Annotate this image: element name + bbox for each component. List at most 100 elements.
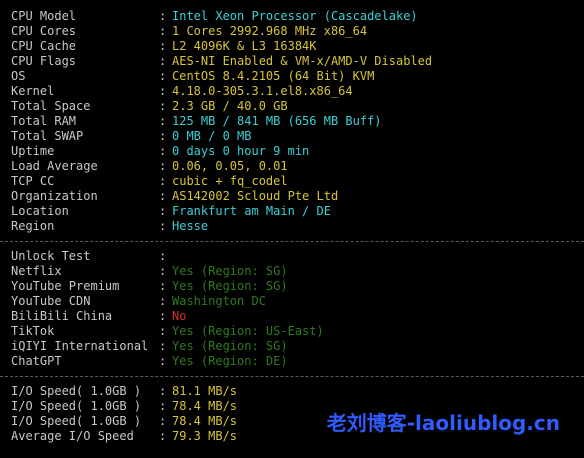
- row-value: 0 days 0 hour 9 min: [172, 144, 310, 158]
- row-colon: :: [159, 99, 167, 113]
- row-colon: :: [159, 39, 167, 53]
- row-label: Unlock Test: [11, 249, 91, 263]
- info-row: Unlock Test:: [11, 249, 581, 264]
- row-colon: :: [159, 69, 167, 83]
- row-label: CPU Cache: [11, 39, 77, 53]
- info-row: YouTube CDN: Washington DC: [11, 294, 581, 309]
- row-value: 125 MB / 841 MB (656 MB Buff): [172, 114, 382, 128]
- row-value: Yes (Region: SG): [172, 264, 288, 278]
- row-colon: :: [159, 309, 167, 323]
- row-value: Frankfurt am Main / DE: [172, 204, 331, 218]
- info-row: Total SWAP:0 MB / 0 MB: [11, 129, 581, 144]
- row-label: OS: [11, 69, 26, 83]
- row-value: Washington DC: [172, 294, 266, 308]
- row-colon: :: [159, 114, 167, 128]
- row-label: Location: [11, 204, 69, 218]
- separator-line: [0, 234, 584, 249]
- row-colon: :: [159, 399, 167, 413]
- row-label: I/O Speed( 1.0GB ): [11, 414, 142, 428]
- row-label: Kernel: [11, 84, 55, 98]
- row-label: TCP CC: [11, 174, 55, 188]
- row-value: 78.4 MB/s: [172, 414, 238, 428]
- row-value: Yes (Region: US-East): [172, 324, 324, 338]
- row-label: Netflix: [11, 264, 62, 278]
- row-value: Intel Xeon Processor (Cascadelake): [172, 9, 418, 23]
- row-value: Yes (Region: DE): [172, 354, 288, 368]
- row-label: CPU Model: [11, 9, 77, 23]
- row-colon: :: [159, 9, 167, 23]
- row-label: Total SWAP: [11, 129, 84, 143]
- row-value: 79.3 MB/s: [172, 429, 238, 443]
- row-label: Region: [11, 219, 55, 233]
- row-label: Load Average: [11, 159, 98, 173]
- row-value: L2 4096K & L3 16384K: [172, 39, 317, 53]
- row-colon: :: [159, 264, 167, 278]
- row-label: I/O Speed( 1.0GB ): [11, 384, 142, 398]
- row-label: Uptime: [11, 144, 55, 158]
- info-row: Uptime:0 days 0 hour 9 min: [11, 144, 581, 159]
- row-value: AS142002 Scloud Pte Ltd: [172, 189, 339, 203]
- row-colon: :: [159, 324, 167, 338]
- info-row: Total Space:2.3 GB / 40.0 GB: [11, 99, 581, 114]
- info-row: Region: Hesse: [11, 219, 581, 234]
- row-value: AES-NI Enabled & VM-x/AMD-V Disabled: [172, 54, 433, 68]
- row-colon: :: [159, 279, 167, 293]
- row-colon: :: [159, 189, 167, 203]
- info-row: Location: Frankfurt am Main / DE: [11, 204, 581, 219]
- info-row: TikTok: Yes (Region: US-East): [11, 324, 581, 339]
- separator-line: [0, 369, 584, 384]
- watermark: 老刘博客-laoliublog.cn: [326, 411, 560, 435]
- info-row: Total RAM:125 MB / 841 MB (656 MB Buff): [11, 114, 581, 129]
- row-label: Total Space: [11, 99, 91, 113]
- row-value: 4.18.0-305.3.1.el8.x86_64: [172, 84, 353, 98]
- row-colon: :: [159, 354, 167, 368]
- info-row: YouTube Premium: Yes (Region: SG): [11, 279, 581, 294]
- row-colon: :: [159, 54, 167, 68]
- row-label: CPU Flags: [11, 54, 77, 68]
- row-value: 2.3 GB / 40.0 GB: [172, 99, 288, 113]
- system-info-section: CPU Model: Intel Xeon Processor (Cascadel…: [11, 9, 581, 234]
- row-colon: :: [159, 144, 167, 158]
- unlock-test-section: Unlock Test: Netflix: Yes (Region: SG) YouT…: [11, 249, 581, 369]
- info-row: CPU Cores:1 Cores 2992.968 MHz x86_64: [11, 24, 581, 39]
- row-value: Yes (Region: SG): [172, 279, 288, 293]
- row-label: CPU Cores: [11, 24, 77, 38]
- row-colon: :: [159, 384, 167, 398]
- row-colon: :: [159, 174, 167, 188]
- row-value: cubic + fq_codel: [172, 174, 288, 188]
- info-row: Netflix: Yes (Region: SG): [11, 264, 581, 279]
- info-row: CPU Model: Intel Xeon Processor (Cascadel…: [11, 9, 581, 24]
- row-value: Yes (Region: SG): [172, 339, 288, 353]
- row-label: YouTube CDN: [11, 294, 91, 308]
- row-label: YouTube Premium: [11, 279, 120, 293]
- row-label: BiliBili China: [11, 309, 113, 323]
- row-value: 0.06, 0.05, 0.01: [172, 159, 288, 173]
- info-row: I/O Speed( 1.0GB ):81.1 MB/s: [11, 384, 581, 399]
- info-row: CPU Flags: AES-NI Enabled & VM-x/AMD-V Di…: [11, 54, 581, 69]
- row-value: 81.1 MB/s: [172, 384, 238, 398]
- info-row: Load Average:0.06, 0.05, 0.01: [11, 159, 581, 174]
- row-colon: :: [159, 339, 167, 353]
- row-label: I/O Speed( 1.0GB ): [11, 399, 142, 413]
- row-colon: :: [159, 249, 167, 263]
- row-colon: :: [159, 219, 167, 233]
- info-row: ChatGPT: Yes (Region: DE): [11, 354, 581, 369]
- row-label: Total RAM: [11, 114, 77, 128]
- row-colon: :: [159, 294, 167, 308]
- row-value: 0 MB / 0 MB: [172, 129, 252, 143]
- info-row: iQIYI International: Yes (Region: SG): [11, 339, 581, 354]
- info-row: OS: CentOS 8.4.2105 (64 Bit) KVM: [11, 69, 581, 84]
- row-label: TikTok: [11, 324, 55, 338]
- row-label: Average I/O Speed: [11, 429, 134, 443]
- terminal-output: CPU Model: Intel Xeon Processor (Cascadel…: [0, 9, 584, 444]
- row-value: 78.4 MB/s: [172, 399, 238, 413]
- info-row: Kernel:4.18.0-305.3.1.el8.x86_64: [11, 84, 581, 99]
- row-value: Hesse: [172, 219, 209, 233]
- info-row: TCP CC: cubic + fq_codel: [11, 174, 581, 189]
- info-row: Organization: AS142002 Scloud Pte Ltd: [11, 189, 581, 204]
- row-colon: :: [159, 159, 167, 173]
- info-row: BiliBili China: No: [11, 309, 581, 324]
- row-colon: :: [159, 204, 167, 218]
- row-label: Organization: [11, 189, 98, 203]
- info-row: CPU Cache: L2 4096K & L3 16384K: [11, 39, 581, 54]
